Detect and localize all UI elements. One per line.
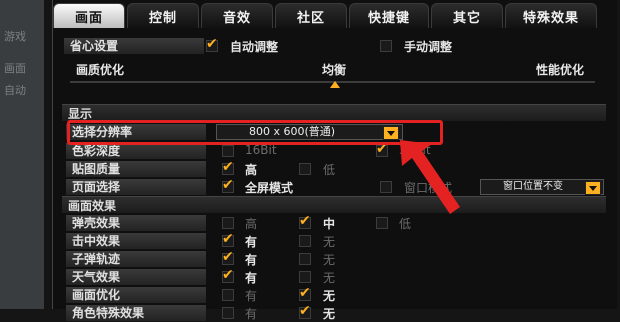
- tab-controls[interactable]: 控制: [127, 3, 199, 28]
- effect-option-checkbox[interactable]: [299, 235, 311, 247]
- effect-option-label: 有: [245, 271, 258, 285]
- effect-option-checkbox[interactable]: [222, 289, 234, 301]
- effects-section-title: 画面效果: [68, 199, 117, 213]
- effect-option-checkbox[interactable]: [222, 267, 234, 283]
- window-position-select[interactable]: 窗口位置不变: [480, 179, 604, 195]
- effect-option-checkbox[interactable]: [299, 253, 311, 265]
- tab-community[interactable]: 社区: [275, 3, 347, 28]
- fullscreen-checkbox[interactable]: [222, 177, 234, 193]
- fullscreen-label: 全屏模式: [245, 181, 294, 195]
- tab-hotkeys[interactable]: 快捷键: [349, 3, 429, 28]
- window-position-dropdown-icon[interactable]: [585, 181, 601, 195]
- texture-quality-label: 贴图质量: [66, 161, 206, 177]
- effect-option-label: 高: [245, 217, 258, 231]
- effect-option-checkbox[interactable]: [376, 217, 388, 229]
- windowed-checkbox[interactable]: [380, 181, 392, 193]
- tab-other[interactable]: 其它: [431, 3, 503, 28]
- manual-adjust-label: 手动调整: [404, 40, 453, 54]
- effect-option-checkbox[interactable]: [299, 213, 311, 229]
- effect-option-label: 无: [323, 289, 336, 303]
- auto-adjust-checkbox[interactable]: [206, 36, 218, 52]
- color-16bit-label: 16Bit: [245, 143, 277, 157]
- effect-option-label: 中: [323, 217, 336, 231]
- effect-option-label: 有: [245, 307, 258, 321]
- texture-low-label: 低: [323, 163, 336, 177]
- effect-option-label: 有: [245, 289, 258, 303]
- effect-row-label: 击中效果: [66, 233, 206, 249]
- tab-bar: 画面 控制 音效 社区 快捷键 其它 特殊效果: [53, 3, 617, 29]
- effect-option-label: 有: [245, 235, 258, 249]
- tab-audio[interactable]: 音效: [201, 3, 273, 28]
- effect-option-checkbox[interactable]: [222, 217, 234, 229]
- effect-row-label: 角色特殊效果: [66, 305, 206, 321]
- color-16bit-checkbox[interactable]: [222, 145, 234, 157]
- effect-option-label: 无: [323, 271, 336, 285]
- effect-row-label: 画面优化: [66, 287, 206, 303]
- effect-option-label: 有: [245, 253, 258, 267]
- texture-high-label: 高: [245, 163, 258, 177]
- color-32bit-checkbox[interactable]: [376, 141, 388, 157]
- effect-row-label: 弹壳效果: [66, 215, 206, 231]
- quality-low-label: 画质优化: [76, 63, 125, 77]
- tab-graphics[interactable]: 画面: [53, 3, 125, 28]
- color-32bit-label: 32Bit: [399, 143, 431, 157]
- manual-adjust-checkbox[interactable]: [380, 40, 392, 52]
- effect-option-checkbox[interactable]: [222, 231, 234, 247]
- effect-option-label: 无: [323, 235, 336, 249]
- effect-option-label: 无: [323, 307, 336, 321]
- effect-option-label: 低: [399, 217, 412, 231]
- window-mode-label: 页面选择: [66, 179, 206, 195]
- display-section-header: 显示: [62, 104, 606, 121]
- quality-mid-label: 均衡: [322, 63, 347, 77]
- effect-option-checkbox[interactable]: [222, 249, 234, 265]
- auto-adjust-label: 自动调整: [230, 40, 279, 54]
- resolution-highlight-box: [67, 120, 443, 145]
- effect-row-label: 天气效果: [66, 269, 206, 285]
- quality-high-label: 性能优化: [536, 63, 585, 77]
- quality-slider-thumb[interactable]: [330, 81, 340, 88]
- effect-option-checkbox[interactable]: [299, 285, 311, 301]
- effects-section-header: 画面效果: [62, 196, 606, 213]
- effect-option-label: 无: [323, 253, 336, 267]
- preset-title: 省心设置: [64, 38, 204, 54]
- windowed-label: 窗口模式: [404, 181, 453, 195]
- effect-option-checkbox[interactable]: [299, 271, 311, 283]
- tab-special-effects[interactable]: 特殊效果: [505, 3, 597, 28]
- texture-low-checkbox[interactable]: [299, 163, 311, 175]
- texture-high-checkbox[interactable]: [222, 159, 234, 175]
- effect-row-label: 子弹轨迹: [66, 251, 206, 267]
- window-position-value: 窗口位置不变: [503, 181, 563, 192]
- color-depth-label: 色彩深度: [66, 143, 206, 159]
